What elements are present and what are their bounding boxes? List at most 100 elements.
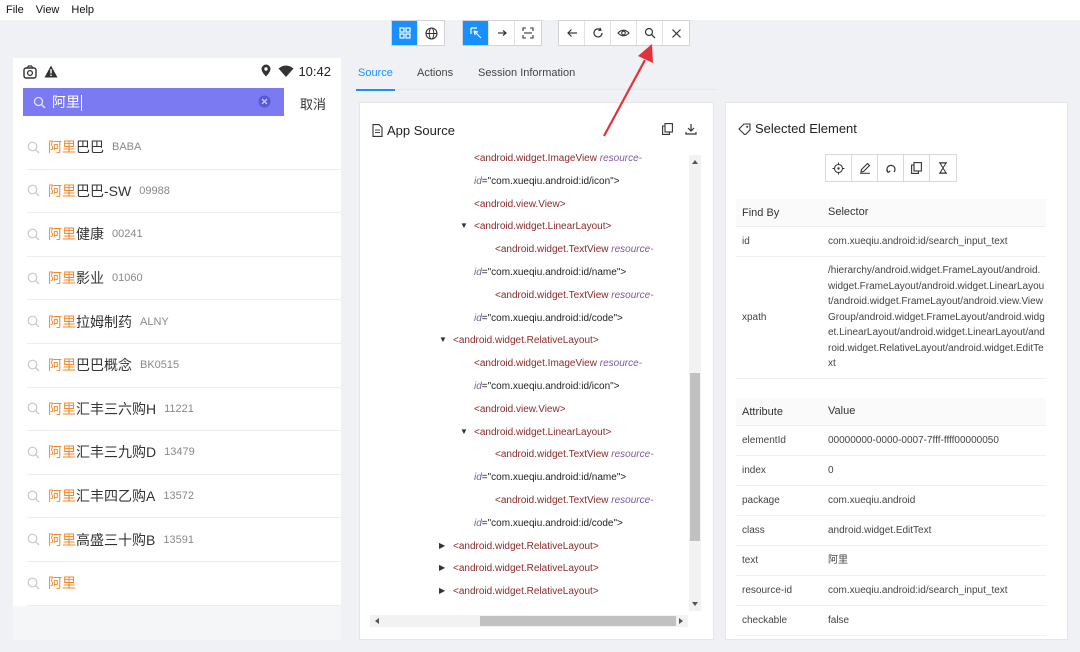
source-vertical-scroll-thumb[interactable] bbox=[690, 373, 700, 541]
clear-element-button[interactable] bbox=[878, 155, 904, 181]
source-tree-node[interactable]: ▼ <android.widget.LinearLayout> bbox=[460, 427, 611, 438]
refresh-button[interactable] bbox=[585, 21, 611, 45]
result-code: 11221 bbox=[164, 402, 194, 415]
source-horizontal-scrollbar[interactable] bbox=[370, 615, 688, 627]
copy-attributes-button[interactable] bbox=[904, 155, 930, 181]
attributes-table: Attribute Value elementId 00000000-0000-0… bbox=[736, 398, 1046, 636]
menu-help[interactable]: Help bbox=[71, 4, 94, 16]
attribute-row: class android.widget.EditText bbox=[736, 516, 1046, 546]
back-button[interactable] bbox=[559, 21, 585, 45]
search-result-item[interactable]: 阿里汇丰三九购D 13479 bbox=[27, 431, 341, 475]
source-tree-node[interactable]: ▼ <android.widget.LinearLayout> bbox=[460, 221, 611, 232]
result-code: 01060 bbox=[112, 272, 143, 285]
scroll-left-icon[interactable] bbox=[372, 615, 382, 627]
source-tree-node[interactable]: id="com.xueqiu.android:id/code"> bbox=[474, 313, 623, 324]
find-by-selector[interactable]: com.xueqiu.android:id/search_input_text bbox=[822, 234, 1046, 250]
search-result-item[interactable]: 阿里健康 00241 bbox=[27, 213, 341, 257]
search-result-item[interactable]: 阿里巴巴概念 BK0515 bbox=[27, 344, 341, 388]
tap-coordinates-button[interactable] bbox=[515, 21, 541, 45]
source-tree-node[interactable]: ▶ <android.widget.RelativeLayout> bbox=[439, 586, 599, 597]
source-tree-node[interactable]: <android.widget.TextView resource- bbox=[495, 290, 654, 301]
attribute-row: package com.xueqiu.android bbox=[736, 486, 1046, 516]
source-tree-node[interactable]: <android.widget.TextView resource- bbox=[495, 495, 654, 506]
expand-toggle-icon[interactable]: ▼ bbox=[439, 335, 447, 344]
source-tree-node[interactable]: <android.widget.ImageView resource- bbox=[474, 153, 642, 164]
attribute-name: resource-id bbox=[742, 585, 793, 596]
search-result-item[interactable]: 阿里高盛三十购B 13591 bbox=[27, 518, 341, 562]
quit-session-button[interactable] bbox=[663, 21, 689, 45]
search-element-button[interactable] bbox=[637, 21, 663, 45]
source-tree-node[interactable]: <android.widget.TextView resource- bbox=[495, 449, 654, 460]
search-result-item[interactable]: 阿里汇丰三六购H 11221 bbox=[27, 388, 341, 432]
find-by-header: Find By Selector bbox=[736, 199, 1046, 227]
search-icon bbox=[27, 359, 40, 372]
copy-icon bbox=[911, 162, 922, 174]
result-code: 13591 bbox=[163, 533, 194, 546]
find-by-table: Find By Selector id com.xueqiu.android:id… bbox=[736, 199, 1046, 379]
clear-icon[interactable] bbox=[258, 95, 271, 108]
search-icon bbox=[27, 272, 40, 285]
get-timing-button[interactable] bbox=[930, 155, 956, 181]
find-by-row[interactable]: xpath/hierarchy/android.widget.FrameLayo… bbox=[736, 257, 1046, 379]
copy-icon[interactable] bbox=[662, 123, 673, 135]
source-tree-node[interactable]: id="com.xueqiu.android:id/icon"> bbox=[474, 176, 620, 187]
scroll-up-icon[interactable] bbox=[689, 157, 701, 167]
search-icon bbox=[27, 402, 40, 415]
tap-element-button[interactable] bbox=[826, 155, 852, 181]
source-tree-node[interactable]: <android.view.View> bbox=[474, 199, 566, 210]
find-by-row[interactable]: id com.xueqiu.android:id/search_input_tex… bbox=[736, 227, 1046, 257]
scroll-down-icon[interactable] bbox=[689, 599, 701, 609]
device-screenshot[interactable]: 10:42 阿里 取消 阿里巴巴 BABA 阿里巴巴-SW 09988 阿里健康 0024… bbox=[13, 58, 341, 640]
device-status-bar: 10:42 bbox=[13, 58, 341, 86]
expand-toggle-icon[interactable]: ▼ bbox=[460, 221, 468, 230]
menu-file[interactable]: File bbox=[6, 4, 24, 16]
select-element-button[interactable] bbox=[463, 21, 489, 45]
source-horizontal-scroll-thumb[interactable] bbox=[480, 616, 676, 626]
tab-actions[interactable]: Actions bbox=[417, 67, 453, 79]
source-tree-node[interactable]: ▼ <android.widget.RelativeLayout> bbox=[439, 335, 599, 346]
expand-toggle-icon[interactable]: ▶ bbox=[439, 586, 445, 595]
tab-source[interactable]: Source bbox=[356, 67, 395, 91]
download-icon[interactable] bbox=[685, 123, 697, 135]
search-result-item[interactable]: 阿里 bbox=[27, 562, 341, 606]
source-tree-node[interactable]: <android.widget.ImageView resource- bbox=[474, 358, 642, 369]
file-icon bbox=[372, 124, 383, 137]
send-keys-button[interactable] bbox=[852, 155, 878, 181]
source-vertical-scrollbar[interactable] bbox=[689, 155, 701, 611]
source-tree-node[interactable]: id="com.xueqiu.android:id/code"> bbox=[474, 518, 623, 529]
find-by-selector[interactable]: /hierarchy/android.widget.FrameLayout/an… bbox=[822, 263, 1046, 372]
scroll-right-icon[interactable] bbox=[676, 615, 686, 627]
toggle-overlay-button[interactable] bbox=[611, 21, 637, 45]
hourglass-icon bbox=[939, 162, 947, 174]
source-tree-node[interactable]: id="com.xueqiu.android:id/name"> bbox=[474, 472, 626, 483]
search-result-item[interactable]: 阿里拉姆制药 ALNY bbox=[27, 300, 341, 344]
search-input[interactable]: 阿里 bbox=[23, 88, 284, 116]
search-result-item[interactable]: 阿里影业 01060 bbox=[27, 257, 341, 301]
source-tree-node[interactable]: id="com.xueqiu.android:id/icon"> bbox=[474, 381, 620, 392]
source-tree-node[interactable]: ▶ <android.widget.RelativeLayout> bbox=[439, 541, 599, 552]
search-result-item[interactable]: 阿里巴巴-SW 09988 bbox=[27, 170, 341, 214]
search-result-item[interactable]: 阿里汇丰四乙购A 13572 bbox=[27, 475, 341, 519]
select-pointer-icon bbox=[469, 27, 481, 39]
expand-toggle-icon[interactable]: ▶ bbox=[439, 541, 445, 550]
attribute-name: package bbox=[742, 495, 780, 506]
status-time: 10:42 bbox=[298, 64, 331, 79]
web-mode-button[interactable] bbox=[418, 21, 444, 45]
search-results-list: 阿里巴巴 BABA 阿里巴巴-SW 09988 阿里健康 00241 阿里影业 01060 阿里… bbox=[27, 126, 341, 606]
native-mode-button[interactable] bbox=[392, 21, 418, 45]
tab-session-information[interactable]: Session Information bbox=[478, 67, 575, 79]
source-tree-node[interactable]: <android.view.View> bbox=[474, 404, 566, 415]
source-tree-node[interactable]: ▶ <android.widget.RelativeLayout> bbox=[439, 563, 599, 574]
menu-view[interactable]: View bbox=[36, 4, 60, 16]
arrow-left-icon bbox=[566, 29, 577, 37]
tag-icon bbox=[738, 122, 751, 135]
swipe-button[interactable] bbox=[489, 21, 515, 45]
search-result-item[interactable]: 阿里巴巴 BABA bbox=[27, 126, 341, 170]
expand-toggle-icon[interactable]: ▼ bbox=[460, 427, 468, 436]
source-tree-node[interactable]: id="com.xueqiu.android:id/name"> bbox=[474, 267, 626, 278]
result-code: 13572 bbox=[163, 490, 194, 503]
result-code: BK0515 bbox=[140, 359, 180, 372]
cancel-button[interactable]: 取消 bbox=[300, 94, 326, 113]
expand-toggle-icon[interactable]: ▶ bbox=[439, 563, 445, 572]
source-tree-node[interactable]: <android.widget.TextView resource- bbox=[495, 244, 654, 255]
